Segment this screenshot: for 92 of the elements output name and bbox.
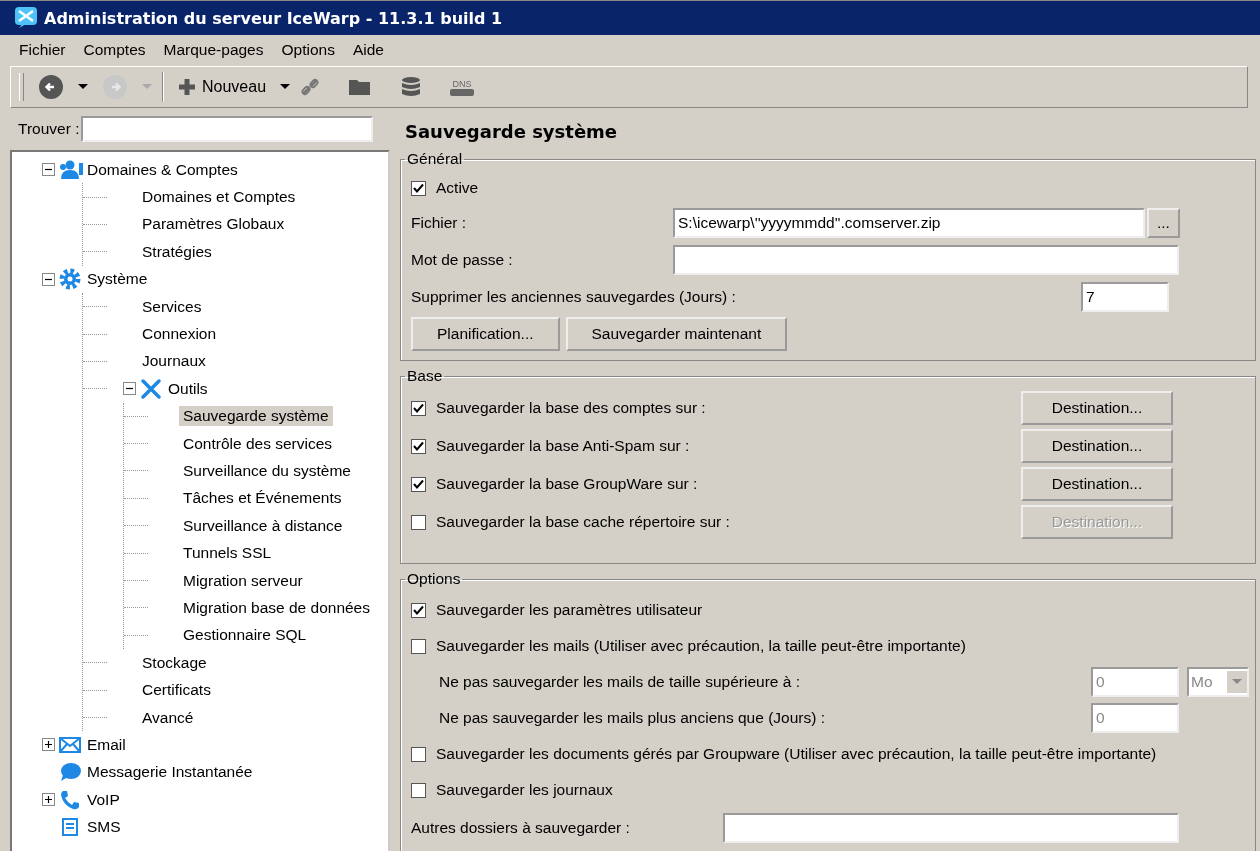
collapse-toggle[interactable] [123,382,136,396]
checkbox-label: Sauvegarder les paramètres utilisateur [436,601,703,619]
tree-item[interactable]: Système [83,269,152,290]
checkbox-label: Sauvegarder la base cache répertoire sur : [436,513,730,531]
page-title: Sauvegarde système [404,119,619,144]
tree-item[interactable]: Email [83,734,130,755]
phone-icon [59,788,81,811]
plus-icon [178,78,196,96]
field-label: Ne pas sauvegarder les mails de taille supérieure à : [439,673,800,691]
menu-item[interactable]: Fichier [10,41,75,59]
speech-bubble-icon [59,762,81,783]
checkbox[interactable] [411,180,426,196]
tree-item[interactable]: Stratégies [138,241,216,262]
checkbox[interactable] [411,746,426,762]
tree-item[interactable]: Messagerie Instantanée [83,762,257,783]
tree-item[interactable]: Avancé [138,707,198,728]
collapse-toggle[interactable] [42,272,55,286]
tree-item[interactable]: Connexion [138,324,221,345]
window-title: Administration du serveur IceWarp - 11.3.1 build 1 [44,8,503,28]
expand-toggle[interactable] [42,793,55,807]
tree-item[interactable]: Paramètres Globaux [138,214,289,235]
caret-icon [1232,679,1242,685]
destination-button[interactable]: Destination... [1021,429,1173,463]
action-button[interactable]: Sauvegarder maintenant [565,316,788,351]
tree-item[interactable]: Stockage [138,652,211,673]
checkbox[interactable] [411,400,426,416]
tree-item[interactable]: Services [138,296,206,317]
destination-button[interactable]: Destination... [1021,391,1173,425]
menu-item[interactable]: Marque-pages [154,41,273,59]
checkbox[interactable] [411,476,426,492]
caret-icon[interactable] [78,84,88,90]
browse-button[interactable]: ... [1147,207,1180,238]
checkbox-label: Active [436,179,479,197]
field-label: Supprimer les anciennes sauvegardes (Jours) : [411,287,736,306]
tree-item[interactable]: Migration serveur [179,570,307,591]
checkbox[interactable] [411,638,426,654]
checkbox-label: Sauvegarder les documents gérés par Groupware (Utiliser avec précaution, la taille peut-être importante) [436,745,1157,763]
new-button[interactable]: Nouveau [174,76,271,98]
tree-item[interactable]: Migration base de données [179,597,374,618]
checkbox[interactable] [411,602,426,618]
gear-icon [59,268,81,291]
expand-toggle[interactable] [42,738,55,752]
group-title: Général [406,150,464,168]
tree-item[interactable]: Domaines et Comptes [138,187,300,208]
field-label: Mot de passe : [411,250,514,269]
folder-icon[interactable] [348,77,373,97]
app-logo-icon [14,6,38,30]
tree-item[interactable]: VoIP [83,789,124,810]
caret-icon[interactable] [280,84,291,90]
checkbox-label: Sauvegarder les journaux [436,781,613,799]
checkbox-label: Sauvegarder les mails (Utiliser avec précaution, la taille peut-être importante) [436,637,966,655]
collapse-toggle[interactable] [42,163,55,177]
checkbox-label: Sauvegarder la base Anti-Spam sur : [436,437,690,455]
search-label: Trouver : [18,120,80,138]
menu-item[interactable]: Options [272,41,344,59]
tree-item[interactable]: Certificats [138,680,215,701]
document-icon [62,818,78,837]
tree-item[interactable]: Sauvegarde système [179,406,333,427]
tree-item[interactable]: Gestionnaire SQL [179,625,311,646]
days-field[interactable]: 7 [1081,281,1169,312]
checkbox-label: Sauvegarder la base des comptes sur : [436,399,706,417]
tree-item[interactable]: Outils [164,378,212,399]
group-title: Options [406,570,462,588]
menu-item[interactable]: Comptes [74,41,155,59]
field-label: Ne pas sauvegarder les mails plus anciens que (Jours) : [439,709,825,727]
password-field[interactable] [673,244,1179,275]
action-button[interactable]: Planification... [411,316,560,351]
menu-item[interactable]: Aide [343,41,393,59]
users-icon [57,159,83,180]
tree-item[interactable]: Tunnels SSL [179,543,276,564]
tree-item[interactable]: Surveillance du système [179,461,355,481]
database-icon[interactable] [400,76,423,98]
tree-item[interactable]: Journaux [138,351,210,372]
group-title: Base [406,367,444,385]
tree-item[interactable]: SMS [83,817,125,838]
search-field[interactable] [81,116,374,142]
checkbox[interactable] [411,782,426,798]
tools-icon [140,377,162,400]
dns-button[interactable]: DNS [450,78,475,96]
checkbox[interactable] [411,438,426,454]
tree-item[interactable]: Contrôle des services [179,433,337,454]
destination-button[interactable]: Destination... [1021,467,1173,501]
link-icon[interactable] [300,77,321,97]
envelope-icon [59,736,81,753]
file-field[interactable]: S:\icewarp\''yyyymmdd''.comserver.zip [673,207,1145,238]
folders-field[interactable] [723,813,1179,843]
tree-item[interactable]: Domaines & Comptes [83,159,242,180]
field-label: Fichier : [411,213,468,232]
field-label: Autres dossiers à sauvegarder : [411,819,631,837]
tree-item[interactable]: Surveillance à distance [179,515,347,536]
tree-item[interactable]: Tâches et Événements [179,488,346,509]
checkbox-label: Sauvegarder la base GroupWare sur : [436,475,698,493]
